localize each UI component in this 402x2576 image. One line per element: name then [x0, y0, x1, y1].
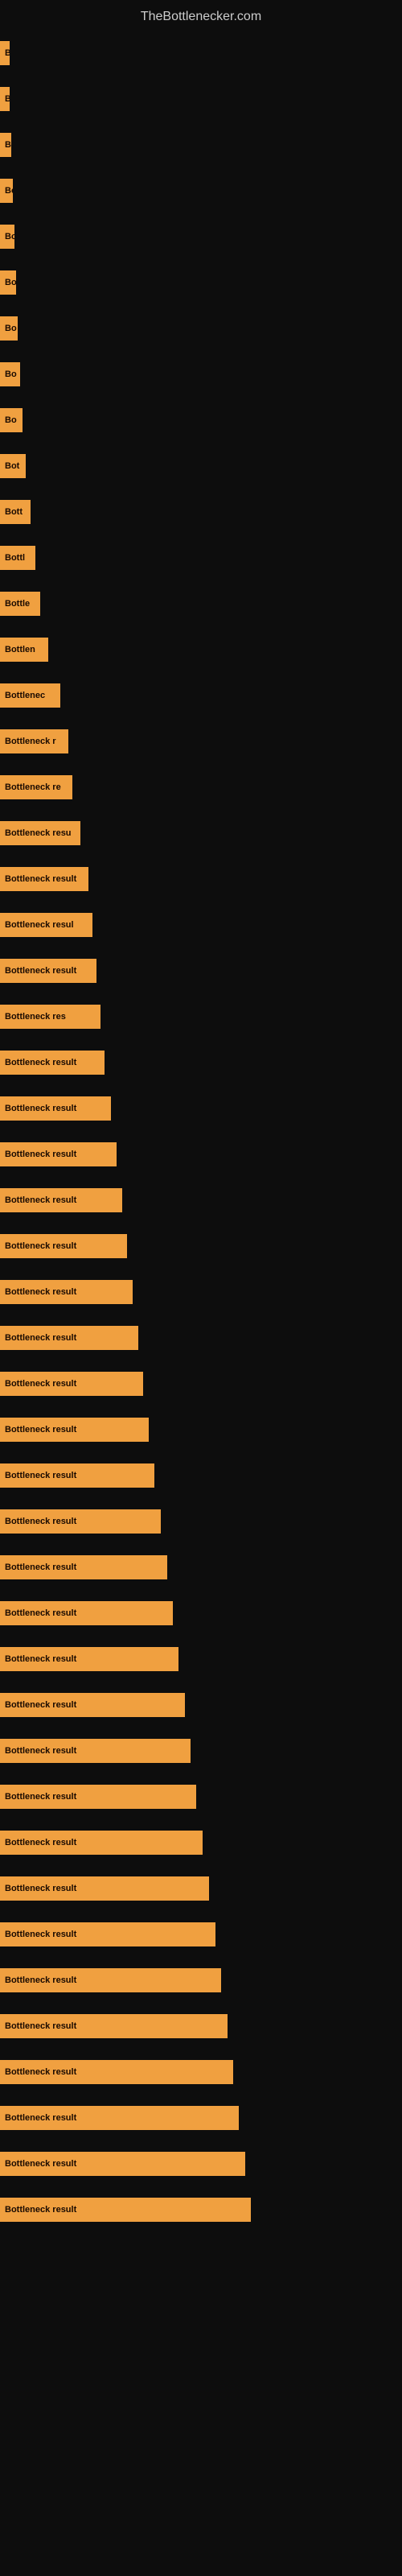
bar-label: Bo: [0, 179, 13, 203]
bar-row: Bottlenec: [0, 673, 402, 717]
bar-row: Bottleneck result: [0, 1866, 402, 1910]
bar-label: Bottleneck result: [0, 2152, 245, 2176]
bar-label: Bo: [0, 316, 18, 341]
bar-row: Bottleneck result: [0, 857, 402, 901]
bar-row: Bottleneck result: [0, 1224, 402, 1268]
bar-label: B: [0, 133, 11, 157]
bar-label: Bottleneck result: [0, 1785, 196, 1809]
bar-row: Bo: [0, 398, 402, 442]
bar-row: Bottleneck result: [0, 1132, 402, 1176]
bar-row: Bottleneck result: [0, 2004, 402, 2048]
bar-row: Bottleneck result: [0, 1040, 402, 1084]
bar-label: Bottleneck result: [0, 1831, 203, 1855]
page-container: TheBottlenecker.com BBBBoBoBoBoBoBoBotBo…: [0, 0, 402, 2576]
bar-row: Bottleneck re: [0, 765, 402, 809]
bar-label: Bottleneck result: [0, 867, 88, 891]
bar-label: Bottleneck result: [0, 1188, 122, 1212]
bar-row: Bottleneck result: [0, 1545, 402, 1589]
bar-row: Bot: [0, 444, 402, 488]
site-title: TheBottlenecker.com: [0, 0, 402, 31]
bar-label: Bottleneck result: [0, 1051, 105, 1075]
bar-label: Bottleneck result: [0, 2106, 239, 2130]
bar-row: B: [0, 76, 402, 121]
bar-label: Bottlenec: [0, 683, 60, 708]
bar-label: Bottleneck result: [0, 1555, 167, 1579]
bar-row: Bottl: [0, 535, 402, 580]
bar-label: Bottleneck result: [0, 1739, 191, 1763]
bar-label: Bottleneck result: [0, 1647, 178, 1671]
bar-label: Bottleneck result: [0, 1142, 117, 1166]
bar-label: Bottleneck result: [0, 1234, 127, 1258]
bar-row: Bo: [0, 168, 402, 213]
bar-label: Bottleneck result: [0, 2198, 251, 2222]
bar-row: Bottleneck result: [0, 1774, 402, 1818]
bar-label: Bottleneck result: [0, 1509, 161, 1534]
bar-label: Bottleneck re: [0, 775, 72, 799]
bar-label: Bottleneck res: [0, 1005, 100, 1029]
bar-label: Bottleneck result: [0, 1280, 133, 1304]
bar-label: Bottleneck result: [0, 1372, 143, 1396]
bar-row: Bottleneck result: [0, 1361, 402, 1406]
bar-row: Bottleneck result: [0, 2187, 402, 2231]
bar-row: Bottleneck resul: [0, 902, 402, 947]
bar-label: Bottleneck result: [0, 2014, 228, 2038]
bar-label: Bottleneck result: [0, 1326, 138, 1350]
bar-row: Bottleneck r: [0, 719, 402, 763]
bar-row: Bottleneck result: [0, 1637, 402, 1681]
bar-label: Bottleneck result: [0, 959, 96, 983]
bar-row: Bottleneck resu: [0, 811, 402, 855]
bar-row: Bottleneck result: [0, 2050, 402, 2094]
bar-label: Bo: [0, 408, 23, 432]
bar-row: Bottleneck result: [0, 2095, 402, 2140]
bar-row: Bottlen: [0, 627, 402, 671]
bar-row: Bott: [0, 489, 402, 534]
bar-label: Bottleneck resu: [0, 821, 80, 845]
bar-row: Bo: [0, 352, 402, 396]
bar-row: Bo: [0, 260, 402, 304]
bar-label: Bottleneck result: [0, 1876, 209, 1901]
bar-row: Bottleneck result: [0, 2141, 402, 2186]
bar-label: B: [0, 87, 10, 111]
bar-row: Bo: [0, 306, 402, 350]
bar-row: Bottleneck result: [0, 1912, 402, 1956]
bar-label: Bottleneck r: [0, 729, 68, 753]
bar-label: Bot: [0, 454, 26, 478]
bar-label: Bottleneck result: [0, 1693, 185, 1717]
bar-label: Bottleneck resul: [0, 913, 92, 937]
bar-label: Bo: [0, 362, 20, 386]
bar-label: Bo: [0, 270, 16, 295]
bar-row: Bottleneck result: [0, 1315, 402, 1360]
bar-row: Bottleneck result: [0, 1591, 402, 1635]
bar-row: Bottleneck result: [0, 1086, 402, 1130]
bar-label: Bottleneck result: [0, 1418, 149, 1442]
bar-label: Bottlen: [0, 638, 48, 662]
bar-label: Bo: [0, 225, 14, 249]
bars-container: BBBBoBoBoBoBoBoBotBottBottlBottleBottlen…: [0, 31, 402, 2233]
bar-label: B: [0, 41, 10, 65]
bar-label: Bottleneck result: [0, 1463, 154, 1488]
bar-row: Bottleneck result: [0, 1682, 402, 1727]
bar-label: Bottleneck result: [0, 1096, 111, 1121]
bar-label: Bottleneck result: [0, 1601, 173, 1625]
bar-row: Bottleneck res: [0, 994, 402, 1038]
bar-label: Bottle: [0, 592, 40, 616]
bar-row: Bottleneck result: [0, 1178, 402, 1222]
bar-label: Bott: [0, 500, 31, 524]
bar-row: Bo: [0, 214, 402, 258]
bar-row: Bottleneck result: [0, 1269, 402, 1314]
bar-label: Bottleneck result: [0, 1922, 215, 1946]
bar-row: Bottleneck result: [0, 1958, 402, 2002]
bar-row: B: [0, 122, 402, 167]
bar-row: Bottleneck result: [0, 1728, 402, 1773]
bar-row: Bottleneck result: [0, 948, 402, 993]
bar-label: Bottl: [0, 546, 35, 570]
bar-row: B: [0, 31, 402, 75]
bar-row: Bottle: [0, 581, 402, 625]
bar-row: Bottleneck result: [0, 1453, 402, 1497]
bar-row: Bottleneck result: [0, 1820, 402, 1864]
bar-row: Bottleneck result: [0, 1499, 402, 1543]
bar-label: Bottleneck result: [0, 2060, 233, 2084]
bar-label: Bottleneck result: [0, 1968, 221, 1992]
bar-row: Bottleneck result: [0, 1407, 402, 1451]
